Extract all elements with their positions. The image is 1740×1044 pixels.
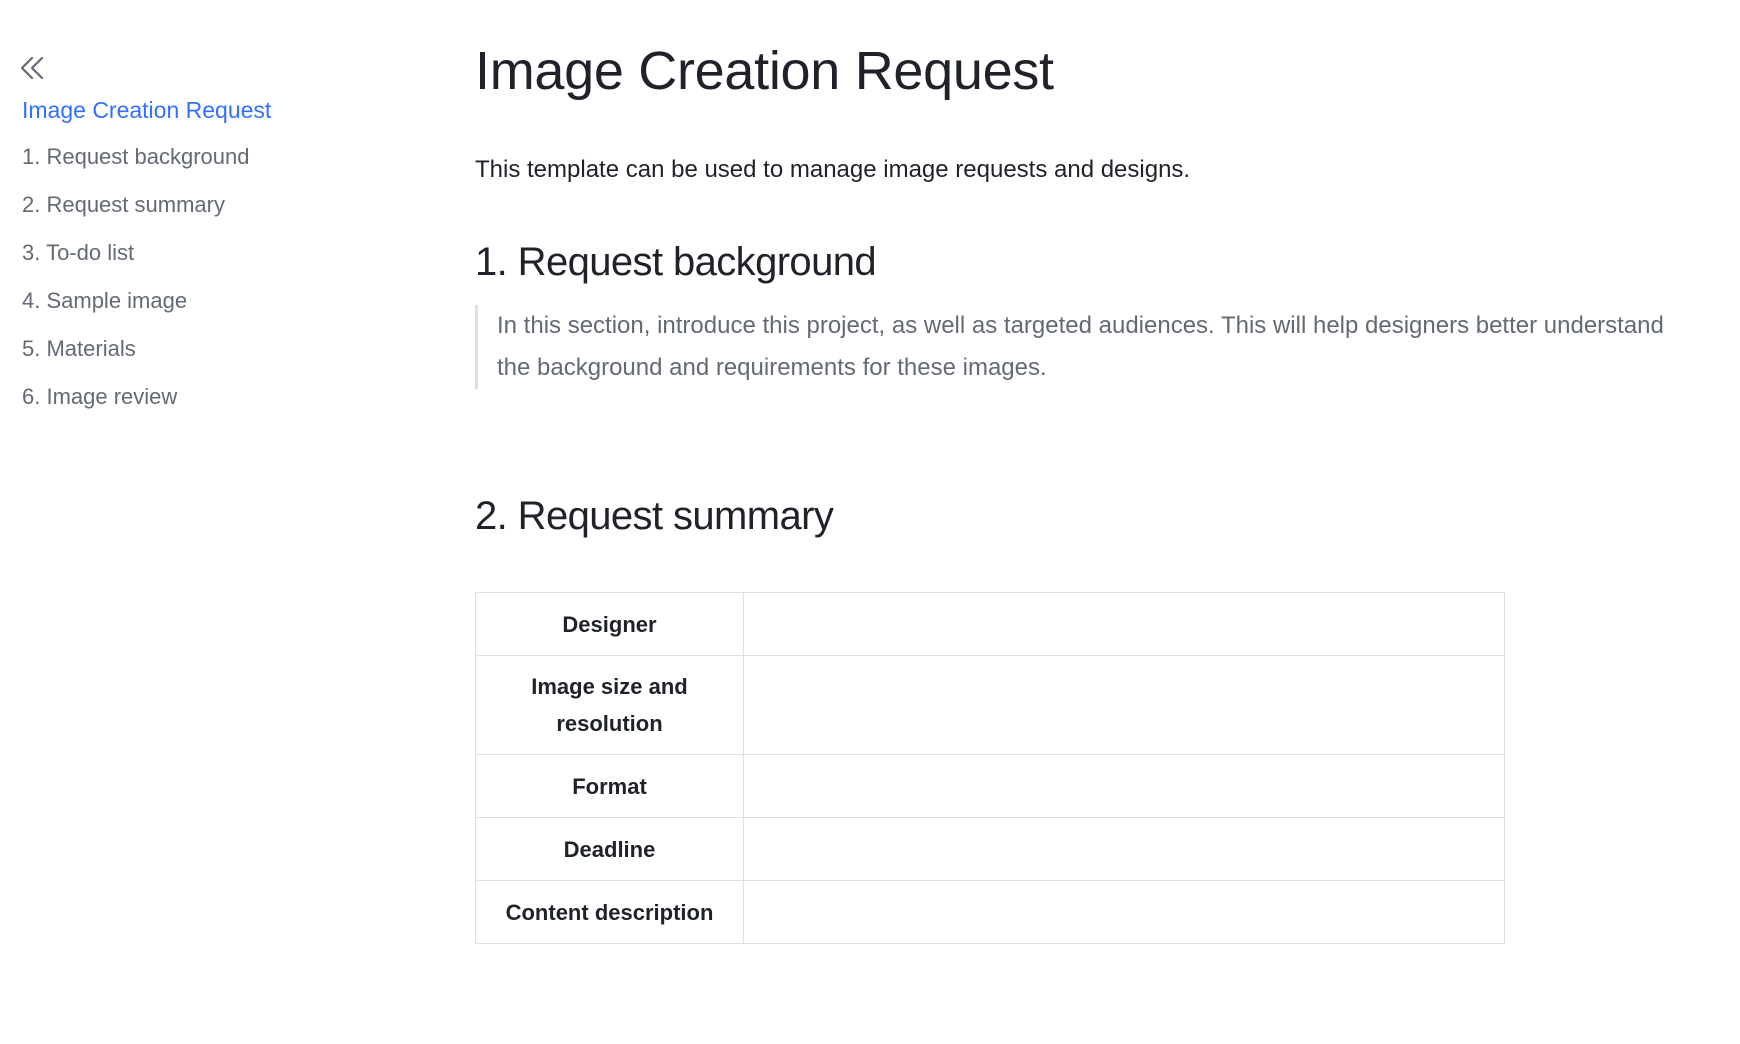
table-label-cell[interactable]: Designer	[475, 592, 744, 656]
table-label-cell[interactable]: Content description	[475, 880, 744, 944]
toc-item-title[interactable]: Image Creation Request	[22, 96, 271, 124]
intro-paragraph[interactable]: This template can be used to manage imag…	[475, 153, 1190, 187]
table-value-cell[interactable]	[743, 754, 1505, 818]
table-of-contents: Image Creation Request 1. Request backgr…	[22, 96, 271, 431]
callout-quote[interactable]: In this section, introduce this project,…	[475, 305, 1687, 389]
toc-item-materials[interactable]: 5. Materials	[22, 335, 271, 363]
table-value-cell[interactable]	[743, 592, 1505, 656]
request-summary-table: Designer Image size and resolution Forma…	[475, 592, 1505, 944]
table-value-cell[interactable]	[743, 817, 1505, 881]
heading-request-summary[interactable]: 2. Request summary	[475, 490, 834, 542]
table-row: Designer	[475, 592, 1505, 656]
toc-item-request-summary[interactable]: 2. Request summary	[22, 191, 271, 219]
table-row: Image size and resolution	[475, 655, 1505, 755]
toc-item-image-review[interactable]: 6. Image review	[22, 383, 271, 411]
table-value-cell[interactable]	[743, 655, 1505, 755]
heading-request-background[interactable]: 1. Request background	[475, 236, 877, 288]
table-row: Format	[475, 754, 1505, 818]
table-row: Content description	[475, 880, 1505, 944]
page-title[interactable]: Image Creation Request	[475, 36, 1054, 106]
table-value-cell[interactable]	[743, 880, 1505, 944]
table-label-cell[interactable]: Deadline	[475, 817, 744, 881]
toc-item-to-do-list[interactable]: 3. To-do list	[22, 239, 271, 267]
table-row: Deadline	[475, 817, 1505, 881]
outline-sidebar: Image Creation Request 1. Request backgr…	[0, 0, 440, 1044]
toc-item-request-background[interactable]: 1. Request background	[22, 143, 271, 171]
table-label-cell[interactable]: Image size and resolution	[475, 655, 744, 755]
table-label-cell[interactable]: Format	[475, 754, 744, 818]
toc-item-sample-image[interactable]: 4. Sample image	[22, 287, 271, 315]
collapse-outline-button[interactable]	[16, 52, 48, 84]
double-chevron-left-icon	[20, 56, 44, 80]
